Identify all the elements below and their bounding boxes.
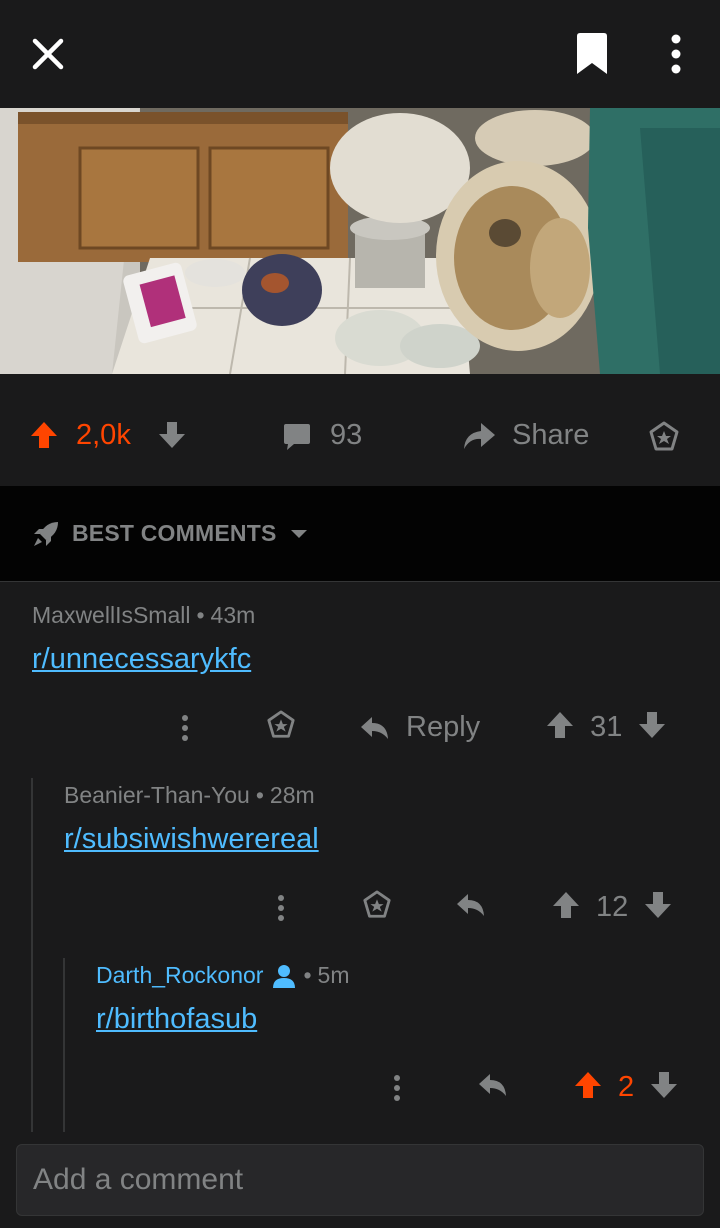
rocket-icon	[34, 521, 58, 546]
sort-label: BEST COMMENTS	[72, 520, 277, 546]
person-icon	[273, 964, 296, 988]
arrow-down-icon	[159, 422, 185, 448]
comment-score: 2	[618, 1071, 635, 1103]
comment-more-button[interactable]	[382, 1074, 412, 1102]
post-share-icon-wrap[interactable]	[462, 421, 496, 451]
arrow-up-icon	[575, 1072, 601, 1098]
post-upvote-button[interactable]	[30, 420, 58, 450]
comment-age: 43m	[210, 602, 256, 628]
comment-actions: 12	[266, 890, 672, 925]
comment-link[interactable]: r/subsiwishwerereal	[64, 823, 319, 856]
post-comments-button[interactable]	[282, 422, 312, 452]
comment-age: 28m	[269, 782, 315, 808]
arrow-up-icon	[553, 892, 579, 918]
more-vertical-icon	[182, 714, 188, 741]
add-comment-input[interactable]: Add a comment	[16, 1144, 704, 1216]
comment-age: 5m	[317, 962, 350, 988]
separator-dot: •	[303, 962, 312, 988]
post-award-button[interactable]	[648, 421, 680, 453]
thread-line[interactable]	[31, 778, 33, 1132]
comment-downvote-button[interactable]	[638, 710, 666, 745]
comment-sort-bar[interactable]: BEST COMMENTS	[0, 486, 720, 582]
award-icon	[363, 890, 391, 918]
comment-more-button[interactable]	[170, 714, 200, 742]
separator-dot: •	[196, 602, 205, 628]
comment-link[interactable]: r/birthofasub	[96, 1003, 257, 1036]
chevron-down-icon	[290, 529, 307, 538]
comment-meta: Beanier-Than-You • 28m	[64, 782, 319, 809]
close-button[interactable]	[22, 28, 74, 80]
comment-upvote-button[interactable]	[574, 1070, 602, 1105]
reply-arrow-icon	[457, 894, 484, 916]
comment-upvote-button[interactable]	[552, 890, 580, 925]
arrow-down-icon	[639, 712, 666, 738]
arrow-down-icon	[651, 1072, 678, 1098]
separator-dot: •	[255, 782, 264, 808]
bookmark-icon	[577, 33, 607, 74]
comment-downvote-button[interactable]	[650, 1070, 678, 1105]
comment-author[interactable]: Darth_Rockonor	[96, 962, 263, 989]
comment-upvote-button[interactable]	[546, 710, 574, 745]
more-options-button[interactable]	[650, 28, 702, 80]
comment-more-button[interactable]	[266, 894, 296, 922]
comment-link[interactable]: r/unnecessarykfc	[32, 643, 251, 676]
award-icon	[267, 710, 295, 738]
post-comment-count: 93	[330, 419, 363, 451]
more-vertical-icon	[394, 1074, 400, 1101]
arrow-up-icon	[31, 422, 57, 448]
comment-score: 12	[596, 891, 629, 923]
comment-meta: Darth_Rockonor • 5m	[96, 962, 349, 989]
comment-award-button[interactable]	[362, 890, 392, 925]
comment-reply-button[interactable]	[456, 892, 486, 923]
top-bar	[0, 0, 720, 108]
comment-author[interactable]: MaxwellIsSmall	[32, 602, 190, 629]
comment-reply-button[interactable]: Reply	[360, 711, 480, 744]
comment-meta: MaxwellIsSmall • 43m	[32, 602, 255, 629]
comment-actions: Reply 31	[170, 710, 666, 745]
arrow-down-icon	[645, 892, 672, 918]
close-icon	[32, 38, 64, 70]
post-image[interactable]	[0, 108, 720, 374]
comment-item: Darth_Rockonor • 5m r/birthofasub	[96, 962, 349, 1036]
comment-score: 31	[590, 711, 623, 743]
award-icon	[649, 421, 679, 451]
save-button[interactable]	[566, 28, 618, 80]
comment-award-button[interactable]	[266, 710, 296, 745]
comment-bubble-icon	[284, 424, 310, 450]
comment-downvote-button[interactable]	[644, 890, 672, 925]
comment-reply-button[interactable]	[478, 1072, 508, 1103]
reply-arrow-icon	[361, 716, 388, 739]
comment-item: MaxwellIsSmall • 43m r/unnecessarykfc	[32, 602, 255, 676]
comment-actions: 2	[382, 1070, 678, 1105]
arrow-up-icon	[547, 712, 574, 738]
more-vertical-icon	[671, 34, 681, 74]
share-arrow-icon	[464, 423, 495, 449]
comment-author[interactable]: Beanier-Than-You	[64, 782, 250, 809]
reply-label: Reply	[406, 711, 481, 743]
comment-item: Beanier-Than-You • 28m r/subsiwishwerere…	[64, 782, 319, 856]
reply-arrow-icon	[479, 1074, 506, 1096]
post-share-button[interactable]: Share	[512, 419, 589, 452]
post-vote-count: 2,0k	[76, 419, 131, 451]
more-vertical-icon	[278, 894, 284, 921]
thread-line[interactable]	[63, 958, 65, 1132]
post-downvote-button[interactable]	[158, 420, 186, 450]
